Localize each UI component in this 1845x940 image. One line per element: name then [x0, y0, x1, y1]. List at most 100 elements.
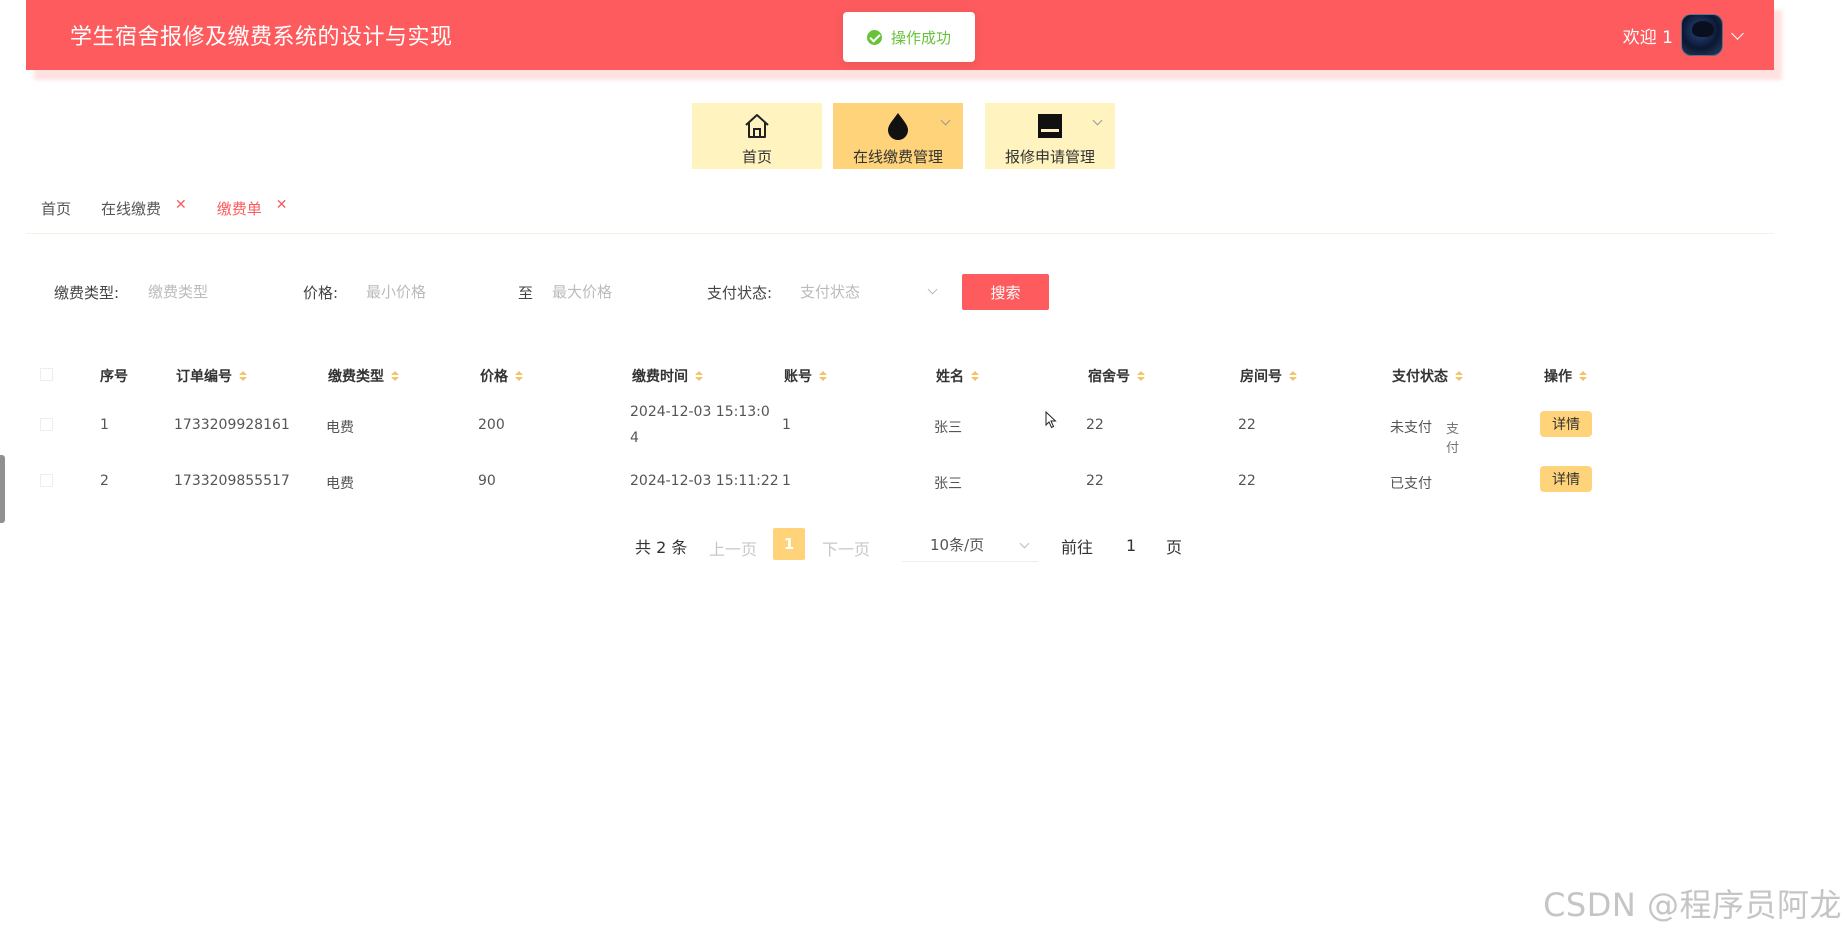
chevron-down-icon	[1019, 538, 1030, 549]
status-label: 支付状态:	[707, 284, 773, 302]
chevron-down-icon	[1092, 115, 1103, 126]
mouse-pointer-icon	[1045, 410, 1057, 433]
pay-button[interactable]: 支付	[1446, 418, 1459, 456]
success-toast: 操作成功	[843, 12, 975, 62]
cell-time-wrap: 4	[630, 430, 639, 446]
sort-icon[interactable]	[515, 371, 523, 381]
sort-icon[interactable]	[391, 371, 399, 381]
tabs-divider	[26, 233, 1774, 234]
goto-page-input[interactable]: 1	[1126, 536, 1136, 555]
sort-icon[interactable]	[695, 371, 703, 381]
detail-button[interactable]: 详情	[1540, 411, 1592, 437]
cell-dorm: 22	[1086, 473, 1104, 489]
page-suffix: 页	[1166, 538, 1183, 557]
col-header-account[interactable]: 账号	[784, 366, 827, 386]
cell-fee-type: 电费	[326, 420, 354, 436]
col-header-index[interactable]: 序号	[100, 366, 128, 386]
toast-message: 操作成功	[890, 28, 951, 47]
check-circle-icon	[866, 29, 882, 45]
tab-label: 首页	[41, 200, 72, 218]
chevron-down-icon	[940, 115, 951, 126]
col-header-order-no[interactable]: 订单编号	[176, 366, 247, 386]
row-checkbox[interactable]	[40, 474, 53, 487]
form-icon	[1035, 110, 1065, 142]
tab-label: 缴费单	[216, 200, 262, 218]
cell-name: 张三	[934, 420, 962, 436]
cell-price: 200	[478, 417, 505, 433]
prev-page-button[interactable]: 上一页	[709, 536, 757, 560]
price-label: 价格:	[303, 284, 339, 302]
col-header-status[interactable]: 支付状态	[1392, 366, 1463, 386]
col-header-room[interactable]: 房间号	[1240, 366, 1297, 386]
nav-label-payment-management: 在线缴费管理	[852, 148, 943, 166]
welcome-text: 欢迎 1	[1622, 27, 1673, 48]
cell-index: 1	[100, 417, 109, 433]
search-button[interactable]: 搜索	[962, 274, 1049, 310]
watermark: CSDN @程序员阿龙	[1543, 886, 1842, 924]
row-checkbox[interactable]	[40, 418, 53, 431]
col-header-name[interactable]: 姓名	[936, 366, 979, 386]
page-size-value: 10条/页	[930, 536, 985, 554]
sort-icon[interactable]	[971, 371, 979, 381]
col-header-dorm[interactable]: 宿舍号	[1088, 366, 1145, 386]
app-title: 学生宿舍报修及缴费系统的设计与实现	[70, 25, 453, 50]
chevron-down-icon[interactable]	[1731, 26, 1744, 40]
goto-label: 前往	[1061, 538, 1094, 557]
nav-item-repair-management[interactable]: 报修申请管理	[985, 103, 1115, 169]
page-size-select[interactable]: 10条/页	[902, 528, 1038, 562]
nav-label-repair-management: 报修申请管理	[1004, 148, 1095, 166]
next-page-button[interactable]: 下一页	[822, 536, 870, 560]
cell-time: 2024-12-03 15:13:0	[630, 404, 770, 420]
cell-status: 未支付	[1390, 420, 1432, 436]
price-range-separator: 至	[518, 284, 534, 302]
drop-icon	[883, 110, 913, 142]
sort-icon[interactable]	[239, 371, 247, 381]
cell-index: 2	[100, 473, 109, 489]
sort-icon[interactable]	[1289, 371, 1297, 381]
cell-dorm: 22	[1086, 417, 1104, 433]
sort-icon[interactable]	[819, 371, 827, 381]
col-header-fee-type[interactable]: 缴费类型	[328, 366, 399, 386]
min-price-input[interactable]	[364, 274, 514, 310]
chevron-down-icon[interactable]	[927, 284, 938, 295]
fee-type-input[interactable]	[146, 274, 286, 310]
cell-price: 90	[478, 473, 496, 489]
col-header-price[interactable]: 价格	[480, 366, 523, 386]
sort-icon[interactable]	[1137, 371, 1145, 381]
cell-order-no: 1733209928161	[174, 417, 290, 433]
side-drawer-handle[interactable]	[0, 455, 5, 523]
max-price-input[interactable]	[550, 274, 700, 310]
top-nav: 首页 在线缴费管理 报修申请管理	[0, 103, 1845, 169]
cell-account: 1	[782, 473, 791, 489]
tab-online-payment[interactable]: 在线缴费 ✕	[101, 197, 187, 219]
home-icon	[742, 110, 772, 142]
tab-payment-bill[interactable]: 缴费单 ✕	[216, 197, 288, 219]
sort-icon[interactable]	[1455, 371, 1463, 381]
tab-home[interactable]: 首页	[41, 198, 71, 219]
avatar[interactable]	[1681, 14, 1723, 56]
sort-icon[interactable]	[1579, 371, 1587, 381]
cell-room: 22	[1238, 473, 1256, 489]
close-icon[interactable]: ✕	[276, 197, 288, 213]
col-header-time[interactable]: 缴费时间	[632, 366, 703, 386]
cell-time: 2024-12-03 15:11:22	[630, 473, 779, 489]
cell-room: 22	[1238, 417, 1256, 433]
total-count: 共 2 条	[635, 538, 688, 557]
cell-order-no: 1733209855517	[174, 473, 290, 489]
page-number-current[interactable]: 1	[773, 528, 805, 560]
fee-type-label: 缴费类型:	[54, 284, 120, 302]
breadcrumb-tabs: 首页 在线缴费 ✕ 缴费单 ✕	[41, 197, 318, 219]
detail-button[interactable]: 详情	[1540, 466, 1592, 492]
user-menu[interactable]: 欢迎 1	[1622, 14, 1744, 56]
nav-label-home: 首页	[741, 148, 772, 166]
nav-item-home[interactable]: 首页	[692, 103, 822, 169]
status-select[interactable]	[798, 274, 918, 310]
close-icon[interactable]: ✕	[175, 197, 187, 213]
tab-label: 在线缴费	[101, 200, 162, 218]
cell-account: 1	[782, 417, 791, 433]
nav-item-payment-management[interactable]: 在线缴费管理	[833, 103, 963, 169]
col-header-action[interactable]: 操作	[1544, 366, 1587, 386]
select-all-checkbox[interactable]	[40, 368, 53, 381]
cell-name: 张三	[934, 476, 962, 492]
cell-status: 已支付	[1390, 476, 1432, 492]
